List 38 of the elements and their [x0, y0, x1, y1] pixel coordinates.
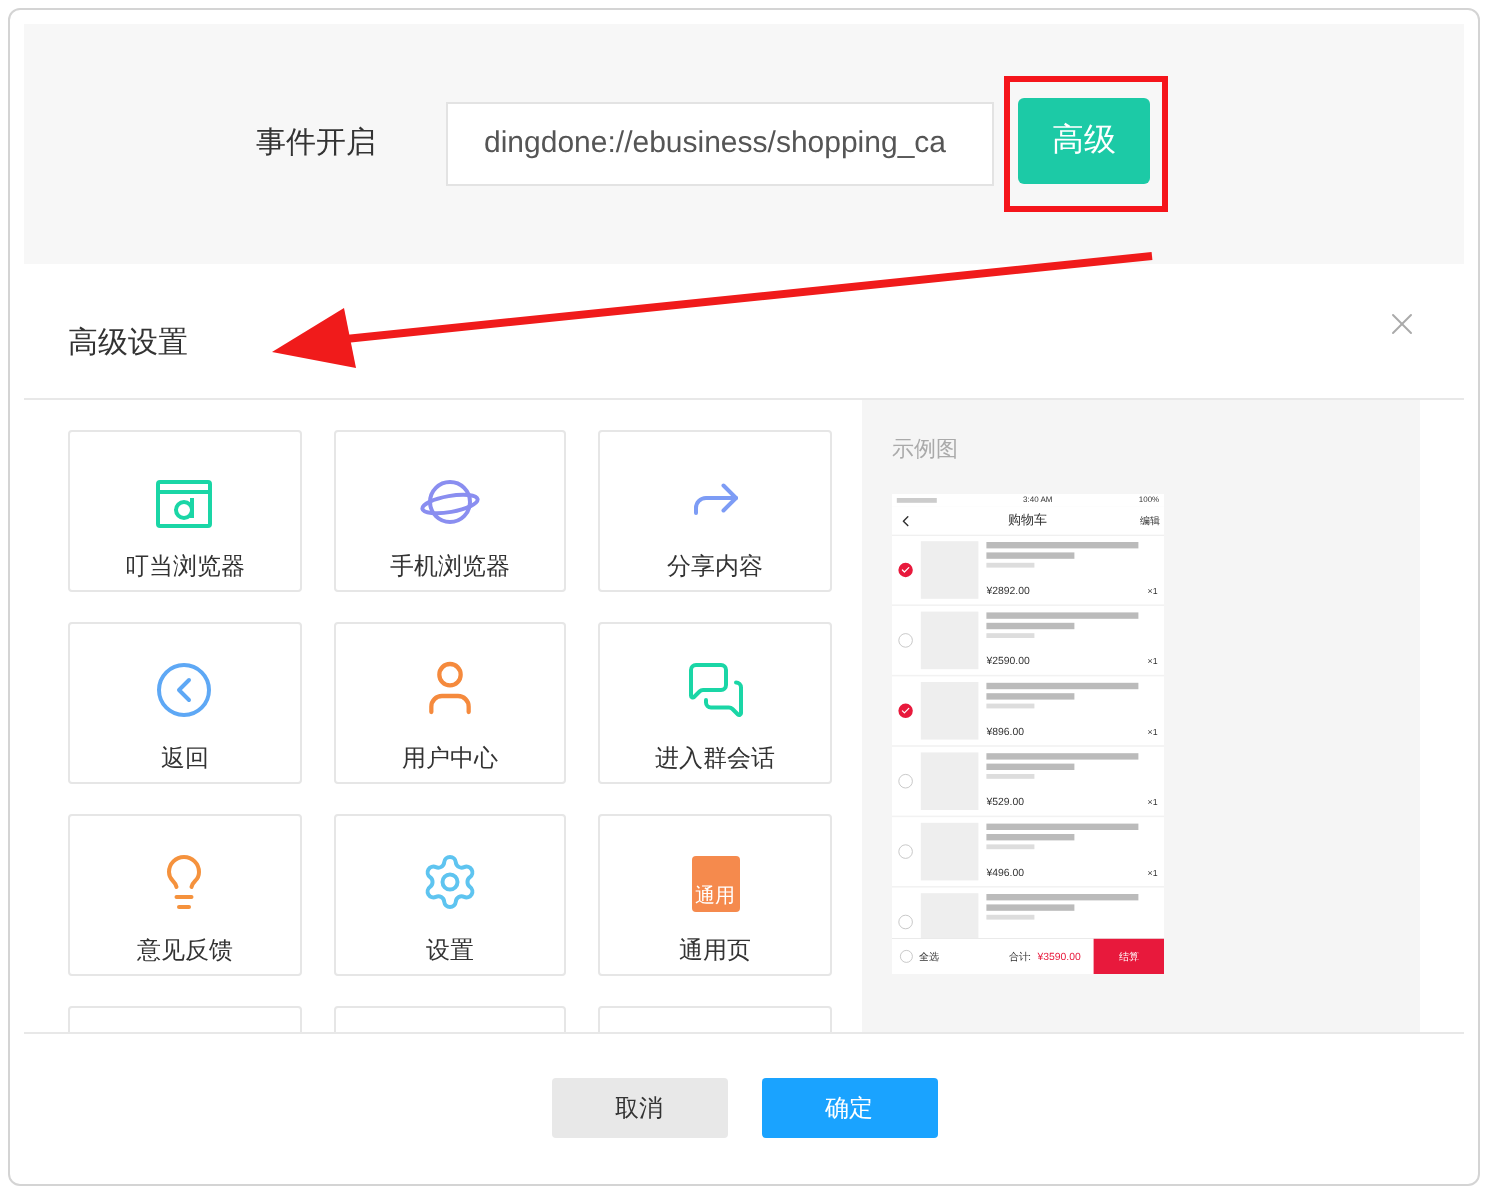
option-card[interactable]: 分享内容 — [598, 430, 832, 592]
cancel-button[interactable]: 取消 — [551, 1078, 727, 1138]
back-icon — [154, 660, 215, 720]
browser-window-icon — [156, 480, 213, 528]
text-placeholder-line — [986, 773, 1035, 778]
option-card[interactable]: 通用 通用页 — [598, 814, 832, 976]
option-label: 叮当浏览器 — [124, 550, 245, 584]
document-icon: 通用 — [691, 856, 739, 912]
option-card[interactable]: 手机浏览器 — [333, 430, 567, 592]
text-placeholder-line — [986, 632, 1035, 637]
product-row[interactable] — [891, 886, 1164, 937]
option-label: 进入群会话 — [655, 742, 775, 776]
option-card[interactable]: 返回 — [68, 622, 302, 784]
option-card[interactable]: 叮当浏览器 — [68, 430, 302, 592]
status-text-placeholder — [896, 497, 937, 502]
text-placeholder-line — [986, 913, 1035, 919]
option-label: 设置 — [425, 934, 474, 968]
option-card[interactable]: 进入群会话 — [598, 622, 832, 784]
option-card[interactable]: 意见反馈 — [68, 814, 302, 976]
checkbox[interactable] — [898, 702, 913, 717]
option-card[interactable]: 用户中心 — [333, 622, 567, 784]
option-label: 用户中心 — [401, 742, 498, 776]
option-card[interactable]: 设置 — [333, 814, 567, 976]
option-label: 意见反馈 — [136, 934, 233, 968]
preview-label: 示例图 — [891, 436, 960, 466]
dialog-title: 高级设置 — [68, 323, 188, 363]
text-placeholder-line — [986, 561, 1035, 567]
option-label: 通用页 — [679, 934, 751, 968]
option-label: 返回 — [160, 742, 209, 776]
chat-icon — [685, 660, 745, 720]
option-label: 手机浏览器 — [389, 550, 510, 584]
checkbox[interactable] — [898, 561, 913, 577]
planet-icon — [419, 476, 480, 528]
text-placeholder-line — [986, 843, 1035, 849]
text-placeholder-line — [986, 702, 1035, 708]
event-label: 事件开启 — [256, 123, 378, 164]
option-label: 分享内容 — [667, 550, 763, 584]
url-input-field[interactable]: dingdone://ebusiness/shopping_ca — [446, 102, 994, 186]
